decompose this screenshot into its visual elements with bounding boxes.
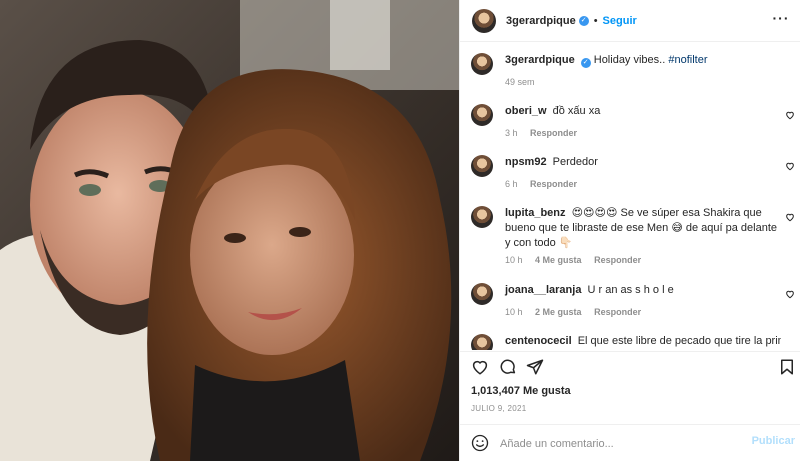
caption-hashtag-link[interactable]: #nofilter	[668, 54, 707, 66]
caption-text: Holiday vibes..	[593, 54, 666, 66]
caption-text-block: 3gerardpique ✓ Holiday vibes.. #nofilter	[505, 53, 781, 68]
follow-button[interactable]: Seguir	[603, 15, 637, 27]
comment-time[interactable]: 10 h	[505, 255, 523, 265]
heart-icon[interactable]	[471, 358, 489, 376]
comment-time[interactable]: 6 h	[505, 179, 518, 189]
comment-username[interactable]: lupita_benz	[505, 207, 566, 219]
comment-meta: 10 h 4 Me gusta Responder	[505, 255, 651, 265]
comment-username[interactable]: joana__laranja	[505, 284, 581, 296]
verified-badge-icon: ✓	[578, 15, 589, 26]
reply-button[interactable]: Responder	[594, 307, 641, 317]
comment-avatar[interactable]	[471, 155, 493, 177]
comment-likes[interactable]: 2 Me gusta	[535, 307, 582, 317]
comment-username[interactable]: npsm92	[505, 156, 547, 168]
reply-button[interactable]: Responder	[594, 255, 641, 265]
post-header: 3gerardpique ✓ • Seguir ···	[460, 0, 800, 42]
smiley-icon[interactable]	[471, 434, 489, 452]
heart-icon[interactable]	[785, 289, 795, 299]
comment-input[interactable]	[498, 434, 752, 454]
author-avatar[interactable]	[472, 8, 496, 33]
comment-time[interactable]: 3 h	[505, 128, 518, 138]
comment-meta: 10 h 2 Me gusta Responder	[505, 307, 651, 317]
comment-avatar[interactable]	[471, 283, 493, 305]
comment-time[interactable]: 10 h	[505, 307, 523, 317]
more-options-button[interactable]: ···	[771, 9, 791, 29]
comment-likes[interactable]: 4 Me gusta	[535, 255, 582, 265]
comment-text: đồ xấu xa	[552, 105, 601, 117]
likes-count[interactable]: 1,013,407 Me gusta	[471, 385, 571, 397]
comment-text-block: oberi_w đồ xấu xa	[505, 104, 781, 119]
comment-text-block: centenocecil El que este libre de pecado…	[505, 334, 781, 349]
reply-button[interactable]: Responder	[530, 128, 577, 138]
heart-icon[interactable]	[785, 161, 795, 171]
caption-meta: 49 sem	[505, 77, 545, 87]
heart-icon[interactable]	[785, 212, 795, 222]
paper-plane-icon[interactable]	[526, 358, 544, 376]
reply-button[interactable]: Responder	[530, 179, 577, 189]
comment-text-block: lupita_benz 😍😍😍😍 Se ve súper esa Shakira…	[505, 206, 781, 251]
comment-bubble-icon[interactable]	[499, 358, 517, 376]
comment-text: U r an as s h o l e	[587, 284, 674, 296]
publish-button[interactable]: Publicar	[752, 435, 795, 447]
comment-text-block: joana__laranja U r an as s h o l e	[505, 283, 781, 298]
separator-dot: •	[593, 14, 598, 27]
bookmark-icon[interactable]	[778, 358, 796, 376]
comment-meta: 6 h Responder	[505, 179, 587, 189]
comment-text: Perdedor	[552, 156, 598, 168]
post-photo-image	[0, 0, 459, 461]
caption-time[interactable]: 49 sem	[505, 77, 535, 87]
comment-text-block: npsm92 Perdedor	[505, 155, 781, 170]
post-actions: 1,013,407 Me gusta JULIO 9, 2021	[460, 351, 800, 431]
heart-icon[interactable]	[785, 110, 795, 120]
comment-username[interactable]: oberi_w	[505, 105, 547, 117]
comment-avatar[interactable]	[471, 206, 493, 228]
post-date[interactable]: JULIO 9, 2021	[471, 404, 527, 413]
comment-text: El que este libre de pecado que tire la …	[577, 335, 781, 347]
post-photo[interactable]	[0, 0, 459, 461]
verified-badge-icon: ✓	[580, 58, 591, 68]
caption-username[interactable]: 3gerardpique	[505, 54, 575, 66]
caption-author-avatar[interactable]	[471, 53, 493, 75]
comment-avatar[interactable]	[471, 334, 493, 350]
comment-username[interactable]: centenocecil	[505, 335, 572, 347]
post-panel: 3gerardpique ✓ • Seguir ··· 3gerardpique…	[459, 0, 800, 461]
author-username[interactable]: 3gerardpique	[506, 15, 576, 27]
comments-list[interactable]: 3gerardpique ✓ Holiday vibes.. #nofilter …	[460, 43, 800, 350]
ellipsis-icon: ···	[772, 10, 790, 26]
comment-avatar[interactable]	[471, 104, 493, 126]
comment-meta: 3 h Responder	[505, 128, 587, 138]
add-comment-bar: Publicar	[460, 424, 800, 461]
